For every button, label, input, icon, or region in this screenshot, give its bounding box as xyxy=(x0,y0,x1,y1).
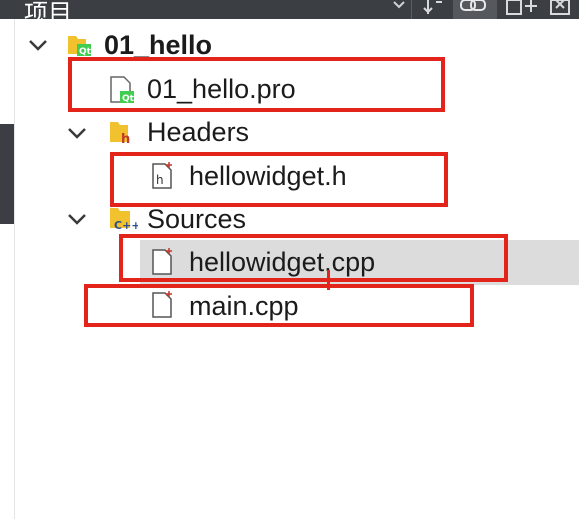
tree-item-headers-folder[interactable]: Headers xyxy=(147,116,249,148)
filter-icon[interactable] xyxy=(420,0,446,19)
cpp-folder-icon: C++ xyxy=(108,204,141,237)
tree-item-sources-folder[interactable]: Sources xyxy=(147,203,246,235)
dropdown-icon[interactable] xyxy=(392,0,406,19)
chevron-down-icon[interactable] xyxy=(66,126,88,140)
svg-text:h: h xyxy=(121,132,130,146)
annotation-box-main xyxy=(84,284,474,327)
annotation-box-pro xyxy=(68,57,445,112)
chevron-down-icon[interactable] xyxy=(66,212,88,226)
project-toolbar: 项目 xyxy=(0,0,579,27)
left-gutter-dark xyxy=(0,124,14,224)
close-pane-icon[interactable] xyxy=(548,0,574,19)
split-add-icon[interactable] xyxy=(505,0,539,19)
svg-text:Qt: Qt xyxy=(79,47,92,57)
annotation-tick xyxy=(327,270,330,290)
toolbar-separator xyxy=(411,0,412,19)
chevron-down-icon[interactable] xyxy=(27,38,49,52)
svg-text:C++: C++ xyxy=(114,219,138,232)
folder-icon: h xyxy=(108,118,134,151)
annotation-box-header xyxy=(110,152,448,207)
annotation-box-cpp xyxy=(119,234,508,282)
link-icon[interactable] xyxy=(453,0,497,19)
left-gutter xyxy=(0,19,14,124)
